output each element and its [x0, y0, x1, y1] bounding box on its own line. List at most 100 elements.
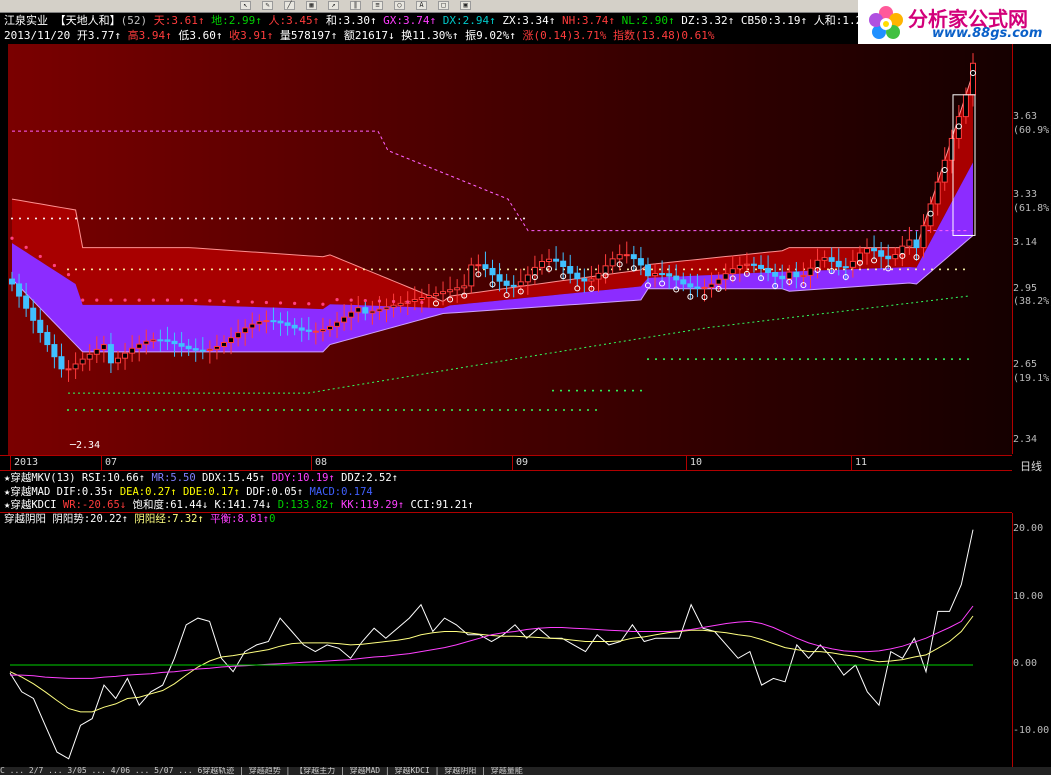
text-icon[interactable]: A	[416, 1, 427, 10]
resistance-dots	[451, 217, 453, 220]
resistance-dots	[131, 217, 133, 220]
indicator-line-1[interactable]: ★穿越MKV(13) RSI:10.66↑ MR:5.50 DDX:15.45↑…	[4, 472, 398, 485]
mid-dots	[435, 268, 437, 271]
mid-dots	[403, 268, 405, 271]
support-dots	[427, 409, 429, 412]
mid-dots	[179, 268, 181, 271]
mid-dots	[955, 268, 957, 271]
mid-dots	[267, 268, 269, 271]
support-dots	[587, 409, 589, 412]
mid-dots	[355, 268, 357, 271]
candle-body	[298, 327, 305, 331]
mid-dots	[883, 268, 885, 271]
info1-field-1: 【天地人和】	[48, 14, 121, 27]
candle-body	[849, 260, 856, 268]
support-dots	[547, 409, 549, 412]
candle-body	[630, 254, 637, 260]
support-dots	[403, 409, 405, 412]
oscillator-chart[interactable]	[8, 514, 1012, 766]
resistance-dots	[187, 217, 189, 220]
resistance-dots	[315, 217, 317, 220]
support-dots	[211, 409, 213, 412]
mid-dots	[771, 268, 773, 271]
candle-body	[828, 257, 835, 262]
support-dots	[579, 409, 581, 412]
support-dots	[267, 409, 269, 412]
mid-dots	[363, 268, 365, 271]
info1-field-4: 地:2.99↑	[204, 14, 262, 27]
candle-body	[701, 286, 708, 289]
support-dots	[155, 409, 157, 412]
mid-dots	[475, 268, 477, 271]
price-axis-label-0: 3.63	[1013, 111, 1038, 122]
support-dots-3	[719, 358, 721, 361]
circle-icon[interactable]: ○	[394, 1, 405, 10]
pencil-icon[interactable]: ✎	[262, 1, 273, 10]
osc-series-1	[9, 615, 974, 713]
site-logo: 分析家公式网 www.88gs.com	[858, 0, 1051, 44]
support-dots-3	[751, 358, 753, 361]
candle-body	[277, 320, 284, 324]
mid-dots	[235, 268, 237, 271]
info1-field-7: GX:3.74↑	[376, 14, 437, 27]
resistance-dots	[291, 217, 293, 220]
candle-body	[326, 325, 333, 331]
mid-dots	[923, 268, 925, 271]
mid-dots	[827, 268, 829, 271]
price-chart[interactable]: ─2.34	[8, 44, 1012, 455]
support-dots	[171, 409, 173, 412]
support-dots	[259, 409, 261, 412]
info2-field-8: 振9.02%↑	[458, 29, 516, 42]
candle-body	[178, 343, 185, 347]
indicator-line-2[interactable]: ★穿越MAD DIF:0.35↑ DEA:0.27↑ DDE:0.17↑ DDF…	[4, 486, 373, 499]
grid-icon[interactable]: ▦	[306, 1, 317, 10]
candle-body	[425, 295, 432, 299]
fib-icon[interactable]: ≡	[372, 1, 383, 10]
candle-body	[510, 284, 517, 287]
indicator2-field-5: MACD:0.174	[303, 485, 373, 498]
save-icon[interactable]: ▣	[460, 1, 471, 10]
support-dots	[563, 409, 565, 412]
line-icon[interactable]: ╱	[284, 1, 295, 10]
support-dots-3	[935, 358, 937, 361]
indicator3-field-6: CCI:91.21↑	[404, 499, 474, 511]
osc-axis-label-3: -10.00	[1013, 725, 1050, 736]
mid-dots	[515, 268, 517, 271]
candle-body	[652, 273, 659, 277]
candle-body	[37, 319, 44, 333]
candle-body	[722, 273, 729, 280]
rect-icon[interactable]: □	[438, 1, 449, 10]
indicator-line-3[interactable]: ★穿越KDCI WR:-20.65↓ 饱和度:61.44↓ K:141.74↓ …	[4, 499, 474, 512]
support-dots	[163, 409, 165, 412]
channel-icon[interactable]: ∥	[350, 1, 361, 10]
osc-axis-label-1: 10.00	[1013, 591, 1044, 602]
candle-body	[9, 278, 15, 285]
mid-dots	[715, 268, 717, 271]
support-dots	[355, 409, 357, 412]
arrow-icon[interactable]: ↖	[240, 1, 251, 10]
price-info-line: 江泉实业 【天地人和】(52) 天:3.61↑ 地:2.99↑ 人:3.45↑ …	[4, 13, 904, 28]
support-dots	[347, 409, 349, 412]
mid-dots	[907, 268, 909, 271]
mid-dots	[203, 268, 205, 271]
date-label-0: 2013	[14, 457, 39, 468]
support-dots-3	[711, 358, 713, 361]
resistance-dots	[27, 217, 29, 220]
candle-body	[30, 307, 37, 321]
candle-body	[206, 348, 213, 351]
ray-icon[interactable]: ↗	[328, 1, 339, 10]
candle-body	[581, 278, 588, 282]
mid-dots	[595, 268, 597, 271]
resistance-dots	[307, 217, 309, 220]
support-dots-3	[695, 358, 697, 361]
indicator-tab-bar[interactable]: C ... 2/7 ... 3/05 ... 4/06 ... 5/07 ...…	[0, 767, 1051, 775]
date-label-4: 10	[690, 457, 703, 468]
trend-dot-pink	[307, 302, 311, 306]
candle-body	[736, 264, 743, 270]
candle-body	[312, 330, 319, 333]
osc-series-2	[10, 605, 974, 679]
period-label[interactable]: 日线	[1020, 458, 1042, 474]
resistance-dots	[507, 217, 509, 220]
support-dots-3	[799, 358, 801, 361]
mid-dots	[171, 268, 173, 271]
